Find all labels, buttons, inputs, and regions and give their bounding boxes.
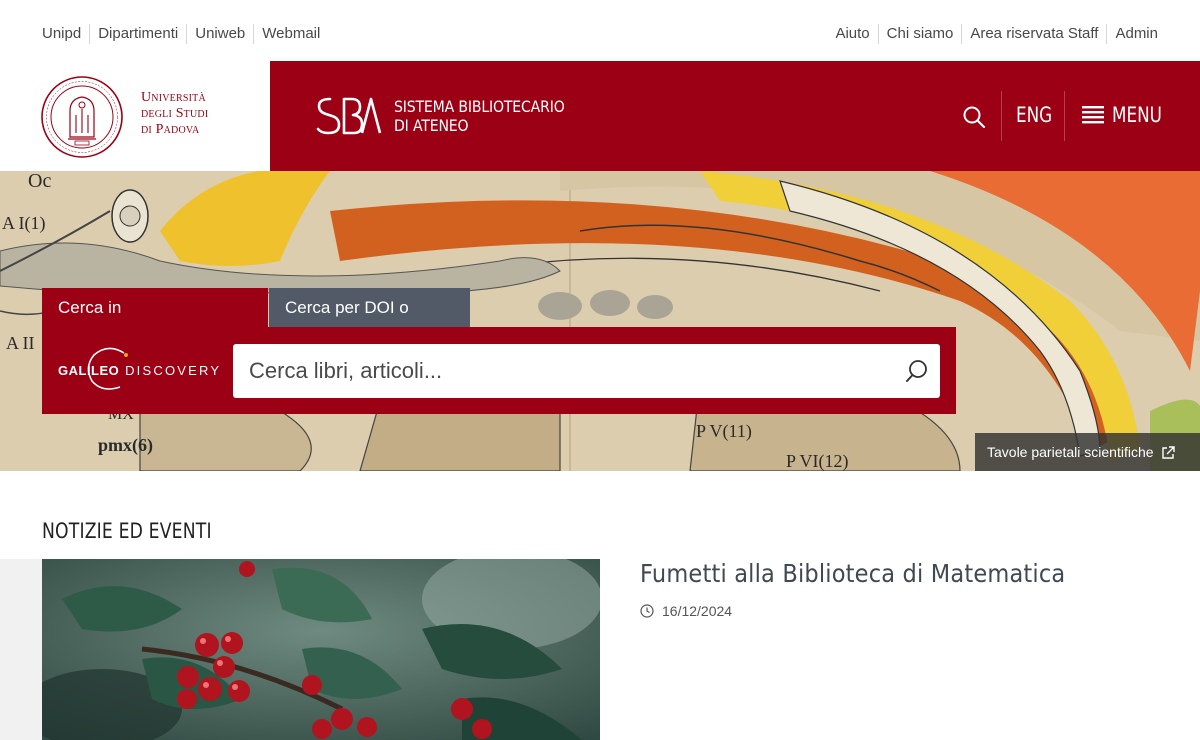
hamburger-icon bbox=[1082, 106, 1104, 124]
link-area-riservata-staff[interactable]: Area riservata Staff bbox=[961, 24, 1106, 44]
link-uniweb[interactable]: Uniweb bbox=[186, 24, 253, 44]
tab-doi-pmid[interactable]: Cerca per DOI o PMID bbox=[269, 288, 470, 356]
header-red-bar: SISTEMA BIBLIOTECARIO DI ATENEO ENG MENU bbox=[270, 61, 1200, 171]
sba-logo-icon[interactable] bbox=[316, 95, 382, 137]
university-name: Università degli Studi di Padova bbox=[141, 90, 208, 138]
link-aiuto[interactable]: Aiuto bbox=[835, 24, 877, 44]
utility-links-left: Unipd Dipartimenti Uniweb Webmail bbox=[42, 24, 328, 44]
clock-icon bbox=[640, 604, 654, 618]
menu-label: MENU bbox=[1112, 103, 1162, 127]
plate-label: A I(1) bbox=[2, 213, 46, 234]
search-box bbox=[233, 344, 940, 398]
menu-button[interactable]: MENU bbox=[1082, 103, 1174, 127]
galileo-discovery-text: GALILEO DISCOVERY bbox=[58, 363, 221, 378]
news-heading: NOTIZIE ED EVENTI bbox=[42, 519, 212, 543]
hero-banner: Oc A I(1) A II MX pmx(6) P V(11) P VI(12… bbox=[0, 171, 1200, 471]
search-panel: GALILEO DISCOVERY bbox=[42, 327, 956, 414]
link-chi-siamo[interactable]: Chi siamo bbox=[877, 24, 962, 44]
galileo-logo-rest: DISCOVERY bbox=[125, 363, 222, 378]
link-dipartimenti[interactable]: Dipartimenti bbox=[89, 24, 186, 44]
search-input[interactable] bbox=[233, 344, 893, 398]
link-admin[interactable]: Admin bbox=[1106, 24, 1158, 44]
news-image[interactable] bbox=[42, 559, 600, 740]
news-item-date-text: 16/12/2024 bbox=[662, 603, 733, 619]
utility-links-right: Aiuto Chi siamo Area riservata Staff Adm… bbox=[835, 24, 1158, 44]
image-credit-link[interactable]: Tavole parietali scientifiche bbox=[975, 433, 1200, 471]
sba-title-line2: DI ATENEO bbox=[394, 116, 469, 135]
holly-photo bbox=[42, 559, 600, 740]
sba-title[interactable]: SISTEMA BIBLIOTECARIO DI ATENEO bbox=[394, 97, 565, 135]
news-item-date: 16/12/2024 bbox=[640, 603, 732, 619]
galileo-discovery-logo: GALILEO DISCOVERY bbox=[58, 347, 224, 391]
university-name-line1: Università bbox=[141, 90, 206, 105]
plate-label: pmx(6) bbox=[98, 435, 153, 456]
language-switch[interactable]: ENG bbox=[1016, 103, 1052, 127]
galileo-logo-bold: GALILEO bbox=[58, 363, 120, 378]
university-name-line3: di Padova bbox=[141, 122, 200, 137]
university-logo[interactable]: Università degli Studi di Padova bbox=[0, 61, 270, 171]
plate-label: Oc bbox=[28, 171, 51, 192]
sba-title-line1: SISTEMA BIBLIOTECARIO bbox=[394, 97, 565, 116]
news-item-title[interactable]: Fumetti alla Biblioteca di Matematica bbox=[640, 559, 1065, 588]
university-name-line2: degli Studi bbox=[141, 106, 209, 121]
link-unipd[interactable]: Unipd bbox=[42, 24, 89, 44]
university-seal-icon bbox=[41, 76, 123, 158]
search-submit-icon[interactable] bbox=[904, 358, 930, 384]
header-divider bbox=[1064, 91, 1065, 141]
plate-label: A II bbox=[6, 333, 35, 353]
search-icon[interactable] bbox=[962, 105, 986, 129]
news-background-strip bbox=[0, 559, 42, 740]
link-webmail[interactable]: Webmail bbox=[253, 24, 328, 44]
site-header: Università degli Studi di Padova SISTEMA… bbox=[0, 61, 1200, 171]
external-link-icon bbox=[1162, 446, 1176, 459]
utility-bar: Unipd Dipartimenti Uniweb Webmail Aiuto … bbox=[0, 0, 1200, 61]
plate-label: P V(11) bbox=[696, 421, 752, 442]
tab-galileo-discovery[interactable]: Cerca in GalileoDiscovery bbox=[42, 288, 268, 356]
image-credit-label: Tavole parietali scientifiche bbox=[987, 444, 1154, 460]
plate-label: P VI(12) bbox=[786, 451, 849, 471]
header-divider bbox=[1001, 91, 1002, 141]
